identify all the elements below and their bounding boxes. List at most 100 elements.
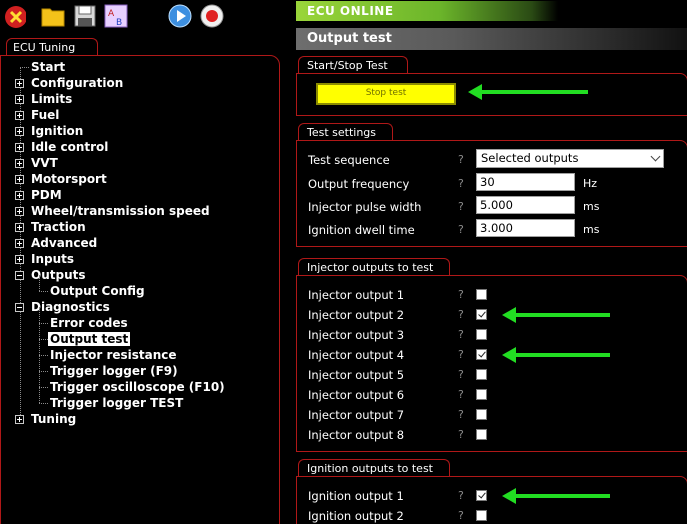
setting-input[interactable]: 3.000 <box>476 219 575 237</box>
expand-icon[interactable] <box>15 191 24 200</box>
output-checkbox[interactable] <box>476 490 487 501</box>
ignition-outputs-group: Ignition output 1? Ignition output 2? <box>296 476 687 524</box>
output-checkbox[interactable] <box>476 389 487 400</box>
test-sequence-select[interactable]: Selected outputs <box>476 149 664 168</box>
expand-icon[interactable] <box>15 143 24 152</box>
tree-item-trigger-logger-test[interactable]: Trigger logger TEST <box>50 395 183 411</box>
tree-item-label: Diagnostics <box>31 300 110 314</box>
tree-item-trigger-logger-f9[interactable]: Trigger logger (F9) <box>50 363 178 379</box>
tree-item-label: Motorsport <box>31 172 107 186</box>
tree-connector-line <box>20 67 29 68</box>
ecu-online-banner: ECU ONLINE <box>296 1 558 21</box>
content-area: ECU ONLINE Output test Start/Stop Test S… <box>288 0 687 524</box>
tree-item-wheel-transmission-speed[interactable]: Wheel/transmission speed <box>31 203 210 219</box>
tree-connector-line <box>39 371 40 387</box>
tree-item-advanced[interactable]: Advanced <box>31 235 97 251</box>
compare-ab-icon[interactable]: A B <box>104 4 128 28</box>
output-checkbox[interactable] <box>476 429 487 440</box>
output-label: Injector output 6 <box>308 388 405 402</box>
tree-item-fuel[interactable]: Fuel <box>31 107 59 123</box>
tree-connector-line <box>39 387 48 388</box>
svg-text:A: A <box>108 9 115 19</box>
tree-item-label: Error codes <box>50 316 128 330</box>
tree-item-injector-resistance[interactable]: Injector resistance <box>50 347 177 363</box>
tree-item-label: Trigger oscilloscope (F10) <box>50 380 225 394</box>
help-icon[interactable]: ? <box>458 200 464 214</box>
help-icon[interactable]: ? <box>458 368 464 382</box>
open-folder-icon[interactable] <box>41 4 65 28</box>
tree-connector-line <box>39 323 48 324</box>
output-checkbox[interactable] <box>476 309 487 320</box>
setting-input[interactable]: 30 <box>476 173 575 191</box>
tree-item-diagnostics[interactable]: Diagnostics <box>31 299 110 315</box>
expand-icon[interactable] <box>15 223 24 232</box>
tree-item-trigger-oscilloscope-f10[interactable]: Trigger oscilloscope (F10) <box>50 379 225 395</box>
collapse-icon[interactable] <box>15 271 24 280</box>
tree-item-pdm[interactable]: PDM <box>31 187 62 203</box>
setting-label: Injector pulse width <box>308 200 422 214</box>
output-label: Injector output 7 <box>308 408 405 422</box>
injector-outputs-group: Injector output 1? Injector output 2? Inje… <box>296 275 687 452</box>
expand-icon[interactable] <box>15 255 24 264</box>
tree-item-label: Output test <box>48 332 131 346</box>
expand-icon[interactable] <box>15 239 24 248</box>
help-icon[interactable]: ? <box>458 509 464 523</box>
start-stop-group-title: Start/Stop Test <box>298 56 408 74</box>
tree-item-output-test[interactable]: Output test <box>48 331 131 347</box>
output-checkbox[interactable] <box>476 510 487 521</box>
play-icon[interactable] <box>168 4 192 28</box>
expand-icon[interactable] <box>15 111 24 120</box>
help-icon[interactable]: ? <box>458 177 464 191</box>
expand-icon[interactable] <box>15 159 24 168</box>
help-icon[interactable]: ? <box>458 223 464 237</box>
output-label: Injector output 3 <box>308 328 405 342</box>
expand-icon[interactable] <box>15 79 24 88</box>
expand-icon[interactable] <box>15 127 24 136</box>
setting-input[interactable]: 5.000 <box>476 196 575 214</box>
unit-label: ms <box>583 200 600 213</box>
tree-item-configuration[interactable]: Configuration <box>31 75 123 91</box>
tree-item-vvt[interactable]: VVT <box>31 155 58 171</box>
expand-icon[interactable] <box>15 207 24 216</box>
tree-item-inputs[interactable]: Inputs <box>31 251 74 267</box>
tree-item-idle-control[interactable]: Idle control <box>31 139 108 155</box>
save-disk-icon[interactable] <box>73 4 97 28</box>
tree-item-ignition[interactable]: Ignition <box>31 123 83 139</box>
output-label: Injector output 1 <box>308 288 405 302</box>
output-checkbox[interactable] <box>476 369 487 380</box>
expand-icon[interactable] <box>15 95 24 104</box>
tree-item-error-codes[interactable]: Error codes <box>50 315 128 331</box>
collapse-icon[interactable] <box>15 303 24 312</box>
help-icon[interactable]: ? <box>458 153 464 167</box>
stop-test-button[interactable]: Stop test <box>316 83 456 105</box>
tree-connector-line <box>39 307 40 323</box>
setting-label: Test sequence <box>308 153 390 167</box>
help-icon[interactable]: ? <box>458 428 464 442</box>
output-checkbox[interactable] <box>476 409 487 420</box>
tree-item-limits[interactable]: Limits <box>31 91 72 107</box>
help-icon[interactable]: ? <box>458 308 464 322</box>
help-icon[interactable]: ? <box>458 348 464 362</box>
help-icon[interactable]: ? <box>458 388 464 402</box>
tree-item-traction[interactable]: Traction <box>31 219 86 235</box>
setting-label: Output frequency <box>308 177 410 191</box>
output-checkbox[interactable] <box>476 329 487 340</box>
tree-item-motorsport[interactable]: Motorsport <box>31 171 107 187</box>
help-icon[interactable]: ? <box>458 489 464 503</box>
tree-item-label: Trigger logger (F9) <box>50 364 178 378</box>
close-icon[interactable] <box>2 4 26 28</box>
help-icon[interactable]: ? <box>458 288 464 302</box>
expand-icon[interactable] <box>15 175 24 184</box>
annotation-arrow <box>468 84 588 100</box>
output-checkbox[interactable] <box>476 289 487 300</box>
tree-item-output-config[interactable]: Output Config <box>50 283 145 299</box>
expand-icon[interactable] <box>15 415 24 424</box>
help-icon[interactable]: ? <box>458 328 464 342</box>
ecu-tuning-tab[interactable]: ECU Tuning <box>6 38 98 56</box>
record-icon[interactable] <box>200 4 224 28</box>
help-icon[interactable]: ? <box>458 408 464 422</box>
tree-item-tuning[interactable]: Tuning <box>31 411 76 427</box>
output-checkbox[interactable] <box>476 349 487 360</box>
tree-item-start[interactable]: Start <box>31 59 65 75</box>
tree-item-label: Limits <box>31 92 73 106</box>
